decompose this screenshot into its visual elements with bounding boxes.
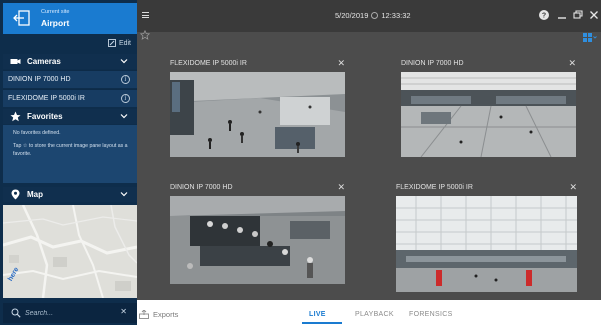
- image-pane[interactable]: FLEXIDOME IP 5000i IR ✕: [170, 58, 345, 157]
- active-tab-indicator: [302, 322, 342, 324]
- image-pane[interactable]: DINION IP 7000 HD ✕: [401, 58, 576, 157]
- search-icon: [11, 308, 21, 318]
- camera-name: DINION IP 7000 HD: [8, 76, 71, 83]
- help-icon[interactable]: ?: [538, 9, 550, 21]
- close-icon[interactable]: [588, 9, 600, 21]
- camera-name: FLEXIDOME IP 5000i IR: [8, 95, 85, 102]
- tab-live[interactable]: LIVE: [309, 311, 326, 318]
- cameras-section-header[interactable]: Cameras: [3, 54, 137, 69]
- bottom-bar: Exports LIVE PLAYBACK FORENSICS: [137, 303, 601, 325]
- star-icon: [10, 111, 21, 122]
- tab-playback[interactable]: PLAYBACK: [355, 311, 394, 318]
- pane-title: FLEXIDOME IP 5000i IR: [396, 184, 473, 191]
- favorites-section-header[interactable]: Favorites: [3, 109, 137, 124]
- tab-forensics[interactable]: FORENSICS: [409, 311, 453, 318]
- map-label: Map: [27, 190, 43, 199]
- menu-icon[interactable]: [142, 12, 149, 18]
- map-section-header[interactable]: Map: [3, 187, 137, 202]
- chevron-down-icon: [120, 114, 128, 119]
- cameras-label: Cameras: [27, 57, 61, 66]
- image-pane[interactable]: DINION IP 7000 HD ✕: [170, 182, 345, 284]
- video-frame: [170, 196, 345, 284]
- pane-title: DINION IP 7000 HD: [170, 184, 233, 191]
- map-tiles: [3, 205, 137, 298]
- pane-close-icon[interactable]: ✕: [337, 182, 345, 193]
- camera-list-item[interactable]: FLEXIDOME IP 5000i IR i: [3, 89, 137, 107]
- favorites-label: Favorites: [27, 112, 63, 121]
- pane-title: DINION IP 7000 HD: [401, 60, 464, 67]
- camera-video-feed[interactable]: [401, 72, 576, 157]
- camera-video-feed[interactable]: [170, 72, 345, 157]
- favorites-empty-text: No favorites defined.: [13, 130, 61, 136]
- video-frame: [401, 72, 576, 157]
- search-input[interactable]: [25, 307, 115, 319]
- svg-text:?: ?: [542, 13, 546, 20]
- add-favorite-star-icon[interactable]: [140, 30, 150, 40]
- favorites-panel: No favorites defined. Tap ☆ to store the…: [3, 125, 137, 183]
- layout-grid-icon[interactable]: [583, 33, 597, 42]
- minimize-icon[interactable]: [556, 9, 568, 21]
- video-frame: [170, 72, 345, 157]
- chevron-down-icon: [120, 59, 128, 64]
- video-frame: [396, 196, 577, 292]
- pane-close-icon[interactable]: ✕: [337, 58, 345, 69]
- exports-label: Exports: [153, 310, 179, 319]
- exports-button[interactable]: Exports: [139, 310, 178, 319]
- info-icon[interactable]: i: [121, 94, 130, 103]
- time-text: 12:33:32: [381, 11, 411, 20]
- pane-title: FLEXIDOME IP 5000i IR: [170, 60, 247, 67]
- pane-close-icon[interactable]: ✕: [568, 58, 576, 69]
- camera-list-item[interactable]: DINION IP 7000 HD i: [3, 70, 137, 88]
- edit-button[interactable]: Edit: [107, 39, 131, 47]
- map-pin-icon: [11, 189, 20, 200]
- image-pane[interactable]: FLEXIDOME IP 5000i IR ✕: [396, 182, 577, 292]
- site-exit-icon: [13, 10, 30, 26]
- top-bar: 5/20/2019 12:33:32 ?: [137, 0, 601, 32]
- clock-icon: [371, 12, 379, 19]
- sidebar: Current site Airport Edit Cameras DINION…: [0, 0, 137, 325]
- edit-label: Edit: [118, 39, 131, 47]
- info-icon[interactable]: i: [121, 75, 130, 84]
- date-text: 5/20/2019: [335, 11, 369, 20]
- map-view[interactable]: here: [3, 205, 137, 298]
- camera-icon: [10, 59, 21, 64]
- search-bar: ✕: [3, 303, 137, 323]
- pane-close-icon[interactable]: ✕: [569, 182, 577, 193]
- site-name: Airport: [41, 18, 70, 28]
- chevron-down-icon: [120, 192, 128, 197]
- site-caption: Current site: [41, 9, 70, 15]
- camera-video-feed[interactable]: [396, 196, 577, 292]
- edit-icon: [107, 39, 116, 47]
- export-icon: [139, 310, 149, 319]
- restore-icon[interactable]: [572, 9, 584, 21]
- main-workspace: 5/20/2019 12:33:32 ? FLEXIDOME IP 5000i …: [137, 0, 601, 300]
- date-time: 5/20/2019 12:33:32: [335, 11, 411, 20]
- camera-video-feed[interactable]: [170, 196, 345, 284]
- current-site-button[interactable]: Current site Airport: [3, 3, 137, 34]
- clear-search-icon[interactable]: ✕: [120, 307, 127, 316]
- favorites-tip-text: Tap ☆ to store the current image pane la…: [13, 143, 128, 157]
